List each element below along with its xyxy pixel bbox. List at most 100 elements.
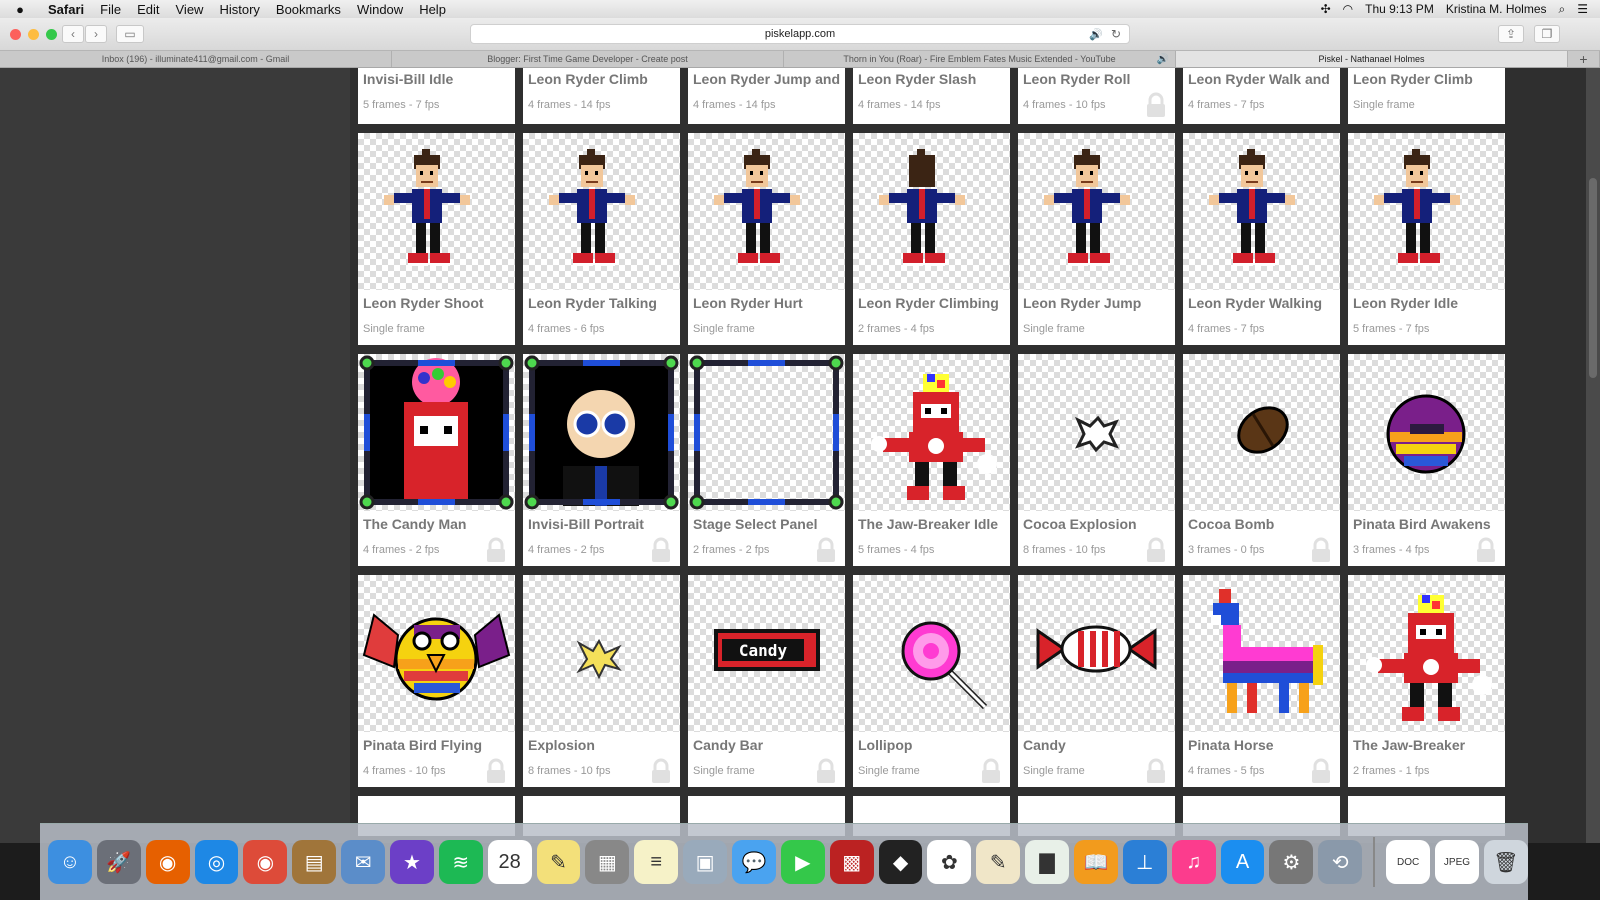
sprite-card[interactable]: Leon Ryder Slash 4 frames - 14 fps <box>853 68 1010 124</box>
jpeg-icon[interactable]: JPEG <box>1435 840 1479 884</box>
sprite-card[interactable]: Leon Ryder Hurt Single frame <box>688 133 845 345</box>
finder-icon[interactable]: ☺ <box>48 840 92 884</box>
sprite-title[interactable]: Candy <box>1023 737 1173 753</box>
sprite-thumbnail[interactable] <box>1348 575 1505 732</box>
sprite-thumbnail[interactable] <box>358 575 515 732</box>
zoom-window-button[interactable] <box>46 29 57 40</box>
tab-audio-icon[interactable]: 🔊 <box>1157 54 1169 65</box>
sprite-thumbnail[interactable]: Candy <box>688 575 845 732</box>
sprite-title[interactable]: Leon Ryder Jump and <box>693 71 843 87</box>
sprite-card[interactable]: Leon Ryder Climbing 2 frames - 4 fps <box>853 133 1010 345</box>
stickies-icon[interactable]: ✎ <box>536 840 581 884</box>
launchpad-icon[interactable]: 🚀 <box>96 840 141 884</box>
sprite-card[interactable]: Cocoa Bomb 3 frames - 0 fps <box>1183 354 1340 566</box>
sprite-title[interactable]: Lollipop <box>858 737 1008 753</box>
sprite-title[interactable]: Leon Ryder Hurt <box>693 295 843 311</box>
tab-blogger[interactable]: Blogger: First Time Game Developer - Cre… <box>392 51 784 67</box>
sprite-card[interactable]: Pinata Horse 4 frames - 5 fps <box>1183 575 1340 787</box>
sprite-title[interactable]: Invisi-Bill Portrait <box>528 516 678 532</box>
sprite-card[interactable]: Leon Ryder Climb 4 frames - 14 fps <box>523 68 680 124</box>
sprite-card[interactable]: Pinata Bird Flying 4 frames - 10 fps <box>358 575 515 787</box>
keynote-icon[interactable]: ⊥ <box>1122 840 1167 884</box>
sprite-thumbnail[interactable] <box>688 133 845 290</box>
sprite-card[interactable]: The Candy Man 4 frames - 2 fps <box>358 354 515 566</box>
sprite-title[interactable]: Leon Ryder Climb <box>1353 71 1503 87</box>
photos-icon[interactable]: ✿ <box>927 840 972 884</box>
sprite-thumbnail[interactable] <box>1018 354 1175 511</box>
trash-icon[interactable]: 🗑 <box>1483 840 1528 884</box>
sprite-thumbnail[interactable] <box>1348 133 1505 290</box>
preview-icon[interactable]: ✉ <box>341 840 386 884</box>
facetime-icon[interactable]: ▶ <box>780 840 825 884</box>
app-store-icon[interactable]: A <box>1220 840 1265 884</box>
sprite-card[interactable]: Explosion 8 frames - 10 fps <box>523 575 680 787</box>
menu-bookmarks[interactable]: Bookmarks <box>268 2 349 17</box>
minimize-window-button[interactable] <box>28 29 39 40</box>
sprite-title[interactable]: Cocoa Bomb <box>1188 516 1338 532</box>
cleaner-icon[interactable]: ⟲ <box>1318 840 1363 884</box>
sprite-title[interactable]: Leon Ryder Climb <box>528 71 678 87</box>
apple-menu-icon[interactable]: ● <box>0 2 40 17</box>
firefox-icon[interactable]: ◉ <box>145 840 190 884</box>
sprite-title[interactable]: Pinata Bird Awakens <box>1353 516 1503 532</box>
forward-button[interactable]: › <box>85 25 107 43</box>
sprite-thumbnail[interactable] <box>523 575 680 732</box>
itunes-icon[interactable]: ♫ <box>1171 840 1216 884</box>
sprite-card[interactable]: Stage Select Panel 2 frames - 2 fps <box>688 354 845 566</box>
sprite-thumbnail[interactable] <box>1183 575 1340 732</box>
reload-icon[interactable]: ↻ <box>1111 27 1121 41</box>
sprite-thumbnail[interactable] <box>1348 354 1505 511</box>
unity-icon[interactable]: ◆ <box>878 840 923 884</box>
sprite-card[interactable]: Leon Ryder Shoot Single frame <box>358 133 515 345</box>
sprite-thumbnail[interactable] <box>523 354 680 511</box>
sprite-thumbnail[interactable] <box>1183 133 1340 290</box>
audio-playing-icon[interactable]: 🔊 <box>1089 28 1103 41</box>
scrollbar-thumb[interactable] <box>1589 178 1597 378</box>
spotlight-icon[interactable]: ⌕ <box>1559 2 1566 17</box>
share-icon[interactable]: ⇪ <box>1498 25 1524 43</box>
sprite-title[interactable]: Leon Ryder Idle <box>1353 295 1503 311</box>
menu-edit[interactable]: Edit <box>129 2 167 17</box>
clock[interactable]: Thu 9:13 PM <box>1365 2 1434 16</box>
sprite-thumbnail[interactable] <box>1018 575 1175 732</box>
user-name[interactable]: Kristina M. Holmes <box>1446 2 1547 16</box>
sync-icon[interactable]: ✣ <box>1321 2 1331 16</box>
sprite-card[interactable]: Leon Ryder Talking 4 frames - 6 fps <box>523 133 680 345</box>
tab-piskel[interactable]: Piskel - Nathanael Holmes <box>1176 51 1568 67</box>
sprite-title[interactable]: The Jaw-Breaker <box>1353 737 1503 753</box>
sprite-thumbnail[interactable] <box>1018 133 1175 290</box>
menu-help[interactable]: Help <box>411 2 454 17</box>
photo-booth-2-icon[interactable]: ▩ <box>829 840 874 884</box>
menu-window[interactable]: Window <box>349 2 411 17</box>
sprite-card[interactable]: Candy Single frame <box>1018 575 1175 787</box>
menu-view[interactable]: View <box>168 2 212 17</box>
sprite-card[interactable]: Invisi-Bill Portrait 4 frames - 2 fps <box>523 354 680 566</box>
sprite-card[interactable]: The Jaw-Breaker Idle 5 frames - 4 fps <box>853 354 1010 566</box>
sprite-title[interactable]: Explosion <box>528 737 678 753</box>
sprite-card[interactable]: Cocoa Explosion 8 frames - 10 fps <box>1018 354 1175 566</box>
sprite-card[interactable]: Lollipop Single frame <box>853 575 1010 787</box>
sprite-thumbnail[interactable] <box>1183 354 1340 511</box>
photo-booth-icon[interactable]: ▣ <box>683 840 728 884</box>
sprite-card[interactable]: Leon Ryder Walking 4 frames - 7 fps <box>1183 133 1340 345</box>
sprite-title[interactable]: The Jaw-Breaker Idle <box>858 516 1008 532</box>
sprite-thumbnail[interactable] <box>523 133 680 290</box>
sprite-card[interactable]: Leon Ryder Walk and 4 frames - 7 fps <box>1183 68 1340 124</box>
calendar-icon[interactable]: 28 <box>487 840 532 884</box>
sprite-thumbnail[interactable] <box>853 575 1010 732</box>
document-icon[interactable]: DOC <box>1386 840 1431 884</box>
messages-icon[interactable]: 💬 <box>732 840 776 884</box>
sidebar-toggle-icon[interactable]: ▭ <box>116 25 144 43</box>
sprite-title[interactable]: Leon Ryder Walk and <box>1188 71 1338 87</box>
sprite-thumbnail[interactable] <box>853 133 1010 290</box>
close-window-button[interactable] <box>10 29 21 40</box>
sprite-title[interactable]: Leon Ryder Jump <box>1023 295 1173 311</box>
imovie-icon[interactable]: ★ <box>390 840 434 884</box>
menu-file[interactable]: File <box>92 2 129 17</box>
sprite-thumbnail[interactable] <box>358 133 515 290</box>
menu-history[interactable]: History <box>211 2 267 17</box>
tab-youtube[interactable]: Thorn in You (Roar) - Fire Emblem Fates … <box>784 51 1176 67</box>
sprite-title[interactable]: Pinata Bird Flying <box>363 737 513 753</box>
sprite-title[interactable]: Leon Ryder Climbing <box>858 295 1008 311</box>
sprite-title[interactable]: Leon Ryder Talking <box>528 295 678 311</box>
